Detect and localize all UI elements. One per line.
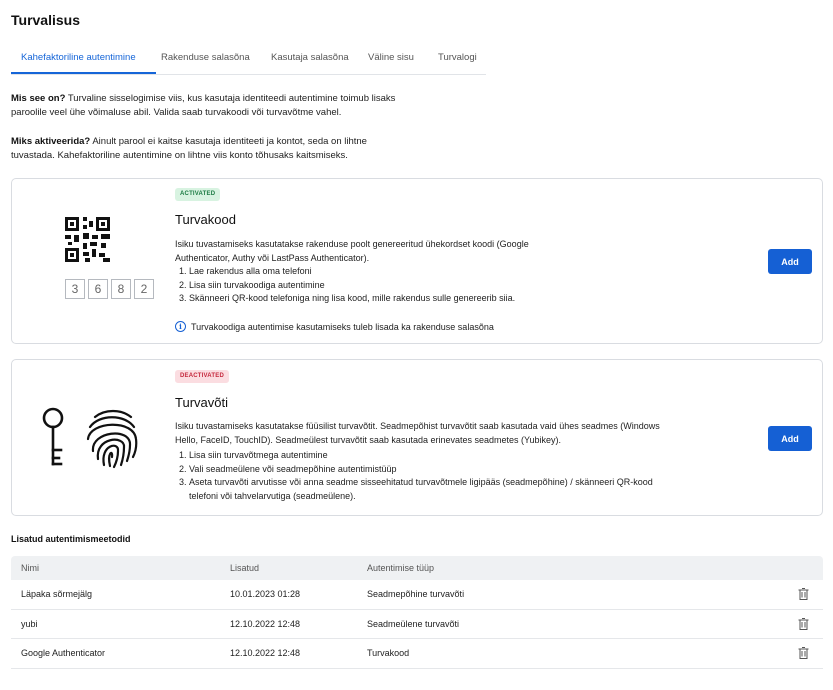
step-number: 1. (179, 266, 187, 276)
qr-code-icon (65, 217, 110, 262)
add-security-key-button[interactable]: Add (768, 426, 812, 451)
page-title: Turvalisus (11, 12, 80, 28)
active-tab-indicator (11, 72, 156, 74)
key-icon (42, 407, 64, 466)
step-text: Skänneeri QR-kood telefoniga ning lisa k… (189, 293, 516, 303)
security-code-title: Turvakood (175, 212, 236, 227)
tab-bar: Kahefaktoriline autentimine Rakenduse sa… (11, 43, 486, 75)
step-text: Aseta turvavõti arvutisse või anna seadm… (189, 477, 653, 501)
list-item: 2. Lisa siin turvakoodiga autentimine (179, 279, 699, 293)
trash-icon[interactable] (798, 647, 809, 659)
info-text: Turvakoodiga autentimise kasutamiseks tu… (191, 321, 494, 332)
list-item: 2. Vali seadmeülene või seadmepõhine aute… (179, 463, 679, 477)
status-badge-activated: ACTIVATED (175, 188, 221, 201)
tab-app-password[interactable]: Rakenduse salasõna (161, 52, 250, 63)
tab-security-log[interactable]: Turvalogi (438, 52, 477, 63)
list-item: 3. Skänneeri QR-kood telefoniga ning lisa… (179, 292, 699, 306)
status-badge-deactivated: DEACTIVATED (175, 370, 229, 383)
intro-what-label: Mis see on? (11, 93, 66, 104)
security-key-description: Isiku tuvastamiseks kasutatakse füüsilis… (175, 421, 660, 445)
cell-added: 12.10.2022 12:48 (230, 618, 301, 629)
tab-two-factor[interactable]: Kahefaktoriline autentimine (21, 52, 136, 63)
table-header: Nimi Lisatud Autentimise tüüp (11, 556, 823, 580)
add-security-code-button[interactable]: Add (768, 249, 812, 274)
step-number: 3. (179, 293, 187, 303)
cell-added: 12.10.2022 12:48 (230, 648, 301, 658)
column-header-added: Lisatud (230, 563, 260, 573)
security-key-card: DEACTIVATED Turvavõti Isiku tuvastamisek… (11, 359, 823, 516)
step-number: 3. (179, 477, 187, 487)
code-digits: 3 6 8 2 (65, 279, 154, 299)
cell-type: Seadmeülene turvavõti (367, 618, 460, 629)
step-text: Lisa siin turvakoodiga autentimine (189, 279, 325, 290)
column-header-type: Autentimise tüüp (367, 563, 435, 573)
trash-icon[interactable] (798, 617, 809, 630)
code-digit: 3 (65, 279, 85, 299)
table-row: Läpaka sõrmejälg 10.01.2023 01:28 Seadme… (11, 580, 823, 610)
step-number: 2. (179, 463, 187, 474)
info-icon: i (175, 321, 186, 332)
table-row: Google Authenticator 12.10.2022 12:48 Tu… (11, 639, 823, 669)
intro-why-label: Miks aktiveerida? (11, 136, 91, 147)
cell-type: Seadmepõhine turvavõti (367, 589, 465, 599)
cell-added: 10.01.2023 01:28 (230, 589, 301, 599)
security-key-steps: 1. Lisa siin turvavõtmega autentimine 2. V… (179, 449, 679, 503)
methods-section-title: Lisatud autentimismeetodid (11, 534, 131, 544)
fingerprint-icon (86, 409, 138, 469)
cell-name: Läpaka sõrmejälg (21, 589, 93, 599)
column-header-name: Nimi (21, 563, 39, 573)
code-digit: 8 (111, 279, 131, 299)
step-text: Lisa siin turvavõtmega autentimine (189, 450, 328, 460)
list-item: 1. Lisa siin turvavõtmega autentimine (179, 449, 679, 463)
security-key-title: Turvavõti (175, 395, 228, 410)
tab-user-password[interactable]: Kasutaja salasõna (271, 52, 349, 63)
list-item: 3. Aseta turvavõti arvutisse või anna sea… (179, 476, 679, 503)
security-code-card: 3 6 8 2 ACTIVATED Turvakood Isiku tuvast… (11, 178, 823, 344)
intro-what: Mis see on? Turvaline sisselogimise viis… (11, 92, 431, 119)
tab-external-content[interactable]: Väline sisu (368, 52, 414, 63)
step-text: Lae rakendus alla oma telefoni (189, 266, 312, 276)
step-number: 1. (179, 450, 187, 460)
list-item: 1. Lae rakendus alla oma telefoni (179, 265, 699, 279)
code-digit: 2 (134, 279, 154, 299)
security-code-steps: 1. Lae rakendus alla oma telefoni 2. Lisa … (179, 265, 699, 306)
trash-icon[interactable] (798, 588, 809, 600)
step-text: Vali seadmeülene või seadmepõhine autent… (189, 463, 397, 474)
intro-what-text: Turvaline sisselogimise viis, kus kasuta… (11, 93, 396, 118)
step-number: 2. (179, 279, 187, 290)
code-digit: 6 (88, 279, 108, 299)
intro-why: Miks aktiveerida? Ainult parool ei kaits… (11, 135, 381, 162)
methods-table: Nimi Lisatud Autentimise tüüp Läpaka sõr… (11, 556, 823, 669)
table-row: yubi 12.10.2022 12:48 Seadmeülene turvav… (11, 610, 823, 639)
cell-name: yubi (21, 618, 38, 629)
cell-name: Google Authenticator (21, 648, 106, 658)
cell-type: Turvakood (367, 648, 410, 658)
security-code-description: Isiku tuvastamiseks kasutatakse rakendus… (175, 239, 529, 263)
security-code-info: i Turvakoodiga autentimise kasutamiseks … (175, 321, 494, 332)
